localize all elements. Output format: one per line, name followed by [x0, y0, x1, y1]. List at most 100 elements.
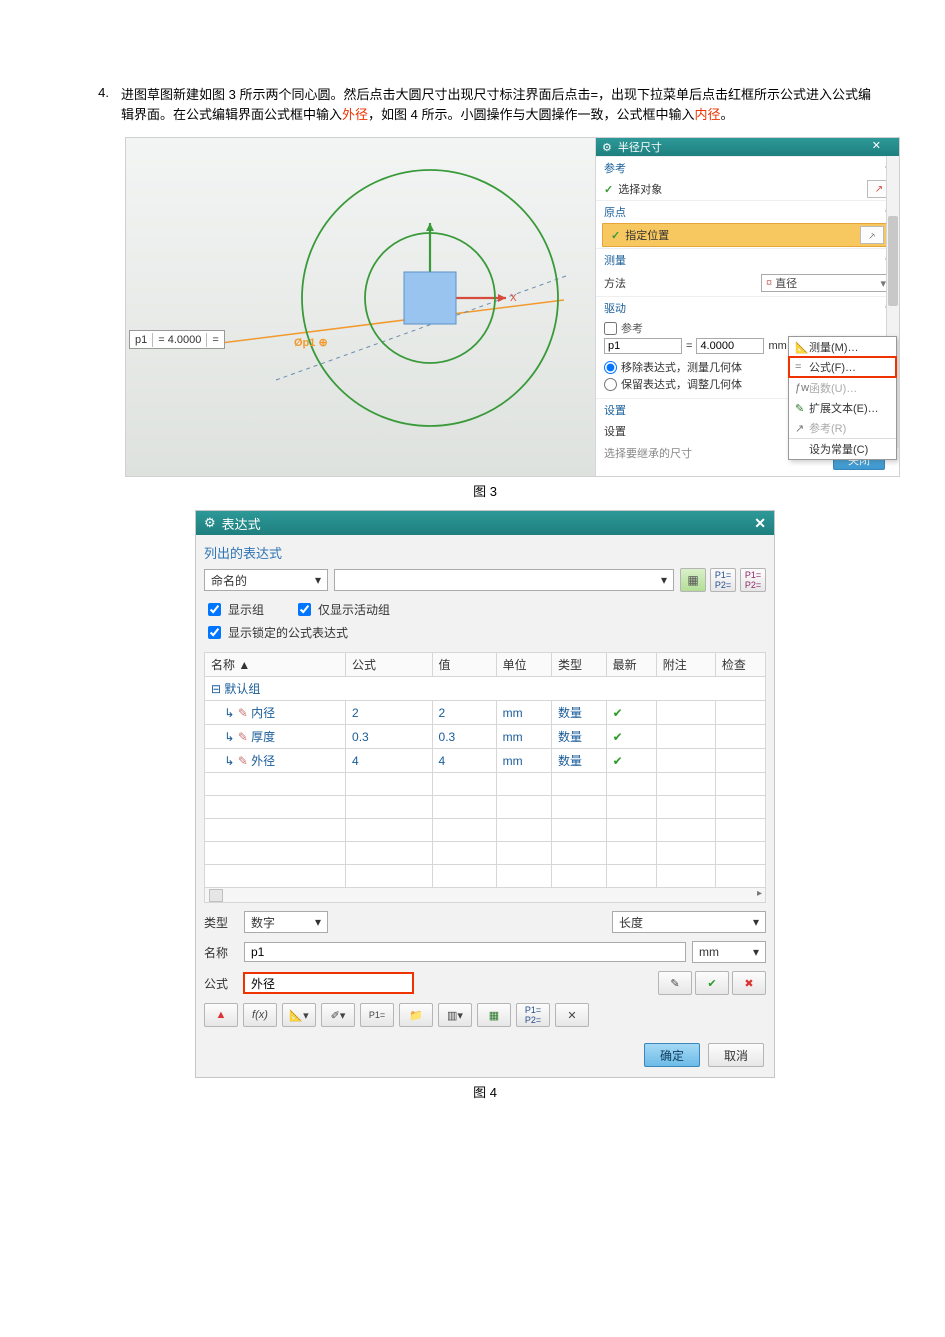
- position-icon[interactable]: ⸕: [860, 226, 884, 244]
- ctx-ext-text-label: 扩展文本(E)…: [809, 400, 879, 416]
- row-newest: ✔: [606, 725, 656, 749]
- section-reference[interactable]: 参考 ˄: [596, 156, 899, 178]
- expression-table[interactable]: 名称 ▲ 公式 值 单位 类型 最新 附注 检查 ⊟ 默认组: [204, 652, 766, 888]
- scroll-left-arrow[interactable]: [209, 889, 223, 902]
- delete-button[interactable]: ▲: [204, 1003, 238, 1027]
- table-row: [205, 796, 766, 819]
- dialog-close-icon[interactable]: ✕: [754, 515, 766, 532]
- row-name: 内径: [251, 706, 275, 720]
- table-header-row: 名称 ▲ 公式 值 单位 类型 最新 附注 检查: [205, 653, 766, 677]
- specify-position-row[interactable]: ✓ 指定位置 ⸕: [602, 223, 893, 247]
- radio-keep-label: 保留表达式，调整几何体: [621, 376, 742, 392]
- show-locked-check[interactable]: 显示锁定的公式表达式: [204, 623, 348, 642]
- dimension-select[interactable]: 长度▾: [612, 911, 766, 933]
- col-check[interactable]: 检查: [715, 653, 765, 677]
- folder-button[interactable]: 📁: [399, 1003, 433, 1027]
- table-row[interactable]: ↳ ✎ 内径 2 2 mm 数量 ✔: [205, 701, 766, 725]
- col-unit[interactable]: 单位: [496, 653, 551, 677]
- table-row[interactable]: ↳ ✎ 厚度 0.3 0.3 mm 数量 ✔: [205, 725, 766, 749]
- table-hscroll[interactable]: ▸: [204, 888, 766, 903]
- fx-icon: ƒw: [795, 382, 809, 394]
- unit-select[interactable]: mm▾: [692, 941, 766, 963]
- p1p2-toolbar-button[interactable]: P1=P2=: [516, 1003, 550, 1027]
- sketch-canvas[interactable]: X Øp1 ⊕ p1 = 4.0000 =: [126, 138, 596, 476]
- sketch-svg: X Øp1 ⊕: [126, 138, 596, 476]
- dim-value: = 4.0000: [152, 333, 206, 347]
- formula-row: 公式 ✎ ✔ ✖: [204, 971, 766, 995]
- dialog-title-text: 表达式: [222, 514, 261, 533]
- ctx-measure-label: 测量(M)…: [809, 339, 859, 355]
- reference-checkbox[interactable]: [604, 322, 617, 335]
- filter-select[interactable]: ▾: [334, 569, 674, 591]
- note-button[interactable]: ✐▾: [321, 1003, 355, 1027]
- spreadsheet-func-button[interactable]: ▦: [477, 1003, 511, 1027]
- clear-button[interactable]: ✕: [555, 1003, 589, 1027]
- drive-reference-check[interactable]: 参考: [604, 320, 891, 336]
- units-button[interactable]: 📐▾: [282, 1003, 316, 1027]
- panel-close-icon[interactable]: ✕: [872, 139, 881, 152]
- accept-button[interactable]: ✔: [695, 971, 729, 995]
- row-value: 2: [432, 701, 496, 725]
- step-4: 4. 进图草图新建如图 3 所示两个同心圆。然后点击大圆尺寸出现尺寸标注界面后点…: [95, 85, 875, 125]
- section-measure[interactable]: 测量 ˄: [596, 248, 899, 270]
- table-row[interactable]: ↳ ✎ 外径 4 4 mm 数量 ✔: [205, 749, 766, 773]
- svg-text:X: X: [510, 293, 517, 304]
- drive-name-input[interactable]: [604, 338, 682, 354]
- formula-input[interactable]: [244, 973, 413, 993]
- ok-button[interactable]: 确定: [644, 1043, 700, 1067]
- ctx-constant[interactable]: 设为常量(C): [789, 438, 896, 459]
- row-newest: ✔: [606, 701, 656, 725]
- radio-remove[interactable]: [604, 361, 617, 374]
- reject-button[interactable]: ✖: [732, 971, 766, 995]
- ctx-formula[interactable]: =公式(F)…: [789, 357, 896, 377]
- named-select[interactable]: 命名的▾: [204, 569, 328, 591]
- edit-button[interactable]: ✎: [658, 971, 692, 995]
- scroll-right-arrow[interactable]: ▸: [757, 888, 762, 899]
- type-select[interactable]: 数字▾: [244, 911, 328, 933]
- check-row-2: 显示锁定的公式表达式: [204, 623, 766, 642]
- section-origin[interactable]: 原点 ˄: [596, 200, 899, 222]
- table-group-row[interactable]: ⊟ 默认组: [205, 677, 766, 701]
- insert-expr-button[interactable]: P1=: [360, 1003, 394, 1027]
- col-type[interactable]: 类型: [552, 653, 607, 677]
- only-active-group-check[interactable]: 仅显示活动组: [294, 600, 390, 619]
- expression-dialog: ⚙ 表达式 ✕ 列出的表达式 命名的▾ ▾ ▦ P1=P2= P1=P2=: [195, 510, 775, 1078]
- dim-equals-btn[interactable]: =: [206, 333, 223, 347]
- spreadsheet-button[interactable]: ▦: [680, 568, 706, 592]
- text-icon: ✎: [795, 402, 809, 415]
- name-input[interactable]: [244, 942, 686, 962]
- col-value[interactable]: 值: [432, 653, 496, 677]
- scrollbar-thumb[interactable]: [888, 216, 898, 306]
- col-newest[interactable]: 最新: [606, 653, 656, 677]
- group-name: 默认组: [224, 682, 260, 696]
- ctx-ext-text[interactable]: ✎扩展文本(E)…: [789, 398, 896, 418]
- select-object-row[interactable]: ✓ 选择对象 ↗: [596, 178, 899, 200]
- row-formula: 2: [346, 701, 433, 725]
- p1p2-in-button[interactable]: P1=P2=: [710, 568, 736, 592]
- panel-header: ⚙ 半径尺寸 ✕: [596, 138, 899, 156]
- show-locked-checkbox[interactable]: [208, 626, 221, 639]
- radio-keep[interactable]: [604, 378, 617, 391]
- cancel-button[interactable]: 取消: [708, 1043, 764, 1067]
- section-drive[interactable]: 驱动 ˄: [596, 296, 899, 318]
- only-active-group-checkbox[interactable]: [298, 603, 311, 616]
- method-select[interactable]: ¤ 直径 ▾: [761, 274, 891, 292]
- row-value: 0.3: [432, 725, 496, 749]
- only-active-group-label: 仅显示活动组: [318, 601, 390, 618]
- show-groups-check[interactable]: 显示组: [204, 600, 264, 619]
- named-select-text: 命名的: [211, 572, 247, 589]
- show-groups-checkbox[interactable]: [208, 603, 221, 616]
- color-button[interactable]: ▥▾: [438, 1003, 472, 1027]
- section-measure-label: 测量: [604, 252, 626, 268]
- col-note[interactable]: 附注: [656, 653, 715, 677]
- drive-value-input[interactable]: [696, 338, 764, 354]
- row-unit: mm: [496, 725, 551, 749]
- col-name[interactable]: 名称 ▲: [205, 653, 346, 677]
- col-formula[interactable]: 公式: [346, 653, 433, 677]
- dimension-input[interactable]: p1 = 4.0000 =: [129, 330, 225, 349]
- figure-4-caption: 图 4: [95, 1082, 875, 1101]
- p1p2-out-button[interactable]: P1=P2=: [740, 568, 766, 592]
- fx-button[interactable]: f(x): [243, 1003, 277, 1027]
- ctx-reference: ↗参考(R): [789, 418, 896, 438]
- ctx-measure[interactable]: 📐测量(M)…: [789, 337, 896, 357]
